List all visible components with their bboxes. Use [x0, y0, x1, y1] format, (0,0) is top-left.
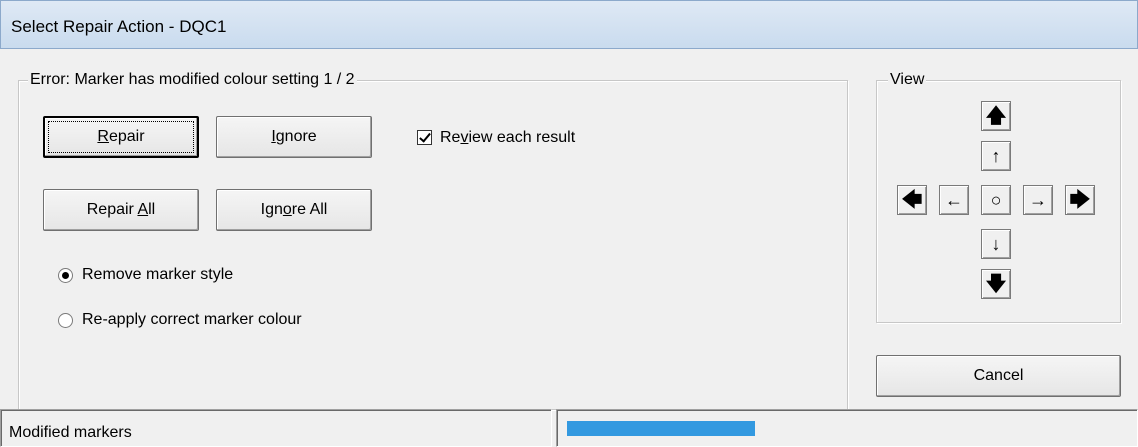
cancel-button-label: Cancel — [973, 367, 1024, 384]
right-bold-arrow-icon: 🡆 — [1069, 189, 1091, 211]
center-button[interactable]: ○ — [981, 185, 1011, 215]
left-bold-arrow-icon: 🡄 — [901, 189, 923, 211]
up-arrow-icon: ↑ — [991, 146, 1001, 166]
right-fast-button[interactable]: 🡆 — [1065, 185, 1095, 215]
right-arrow-icon: → — [1029, 190, 1047, 210]
ignore-button[interactable]: Ignore — [216, 116, 372, 158]
review-each-result-label[interactable]: Review each result — [440, 128, 575, 148]
review-each-result-checkbox[interactable] — [417, 130, 432, 145]
view-group-legend: View — [888, 71, 927, 89]
down-arrow-icon: ↓ — [991, 234, 1001, 254]
title-bar: Select Repair Action - DQC1 — [0, 0, 1138, 49]
ignore-button-label: Ignore — [271, 128, 317, 145]
ignore-all-button[interactable]: Ignore All — [216, 189, 372, 231]
status-bar: Modified markers — [0, 409, 1138, 447]
down-fast-button[interactable]: 🡇 — [981, 269, 1011, 299]
repair-all-button[interactable]: Repair All — [43, 189, 199, 231]
progress-bar — [556, 409, 1138, 447]
down-button[interactable]: ↓ — [981, 229, 1011, 259]
remove-marker-style-label[interactable]: Remove marker style — [82, 265, 233, 285]
progress-fill — [567, 421, 755, 436]
up-button[interactable]: ↑ — [981, 141, 1011, 171]
left-arrow-icon: ← — [945, 190, 963, 210]
repair-all-button-label: Repair All — [86, 201, 156, 218]
ignore-all-button-label: Ignore All — [260, 201, 328, 218]
focus-ring — [48, 121, 194, 153]
center-circle-icon: ○ — [990, 190, 1002, 210]
dialog-body: Error: Marker has modified colour settin… — [0, 49, 1138, 447]
left-button[interactable]: ← — [939, 185, 969, 215]
window-title: Select Repair Action - DQC1 — [11, 17, 227, 36]
up-fast-button[interactable]: 🡅 — [981, 101, 1011, 131]
repair-button[interactable]: Repair — [43, 116, 199, 158]
reapply-marker-colour-radio[interactable] — [58, 313, 73, 328]
status-text: Modified markers — [9, 424, 132, 441]
status-text-cell: Modified markers — [0, 409, 552, 447]
remove-marker-style-radio[interactable] — [58, 268, 73, 283]
cancel-button[interactable]: Cancel — [876, 355, 1121, 397]
up-bold-arrow-icon: 🡅 — [985, 105, 1007, 127]
down-bold-arrow-icon: 🡇 — [985, 273, 1007, 295]
reapply-marker-colour-label[interactable]: Re-apply correct marker colour — [82, 310, 302, 330]
error-group-legend: Error: Marker has modified colour settin… — [28, 71, 357, 89]
left-fast-button[interactable]: 🡄 — [897, 185, 927, 215]
right-button[interactable]: → — [1023, 185, 1053, 215]
